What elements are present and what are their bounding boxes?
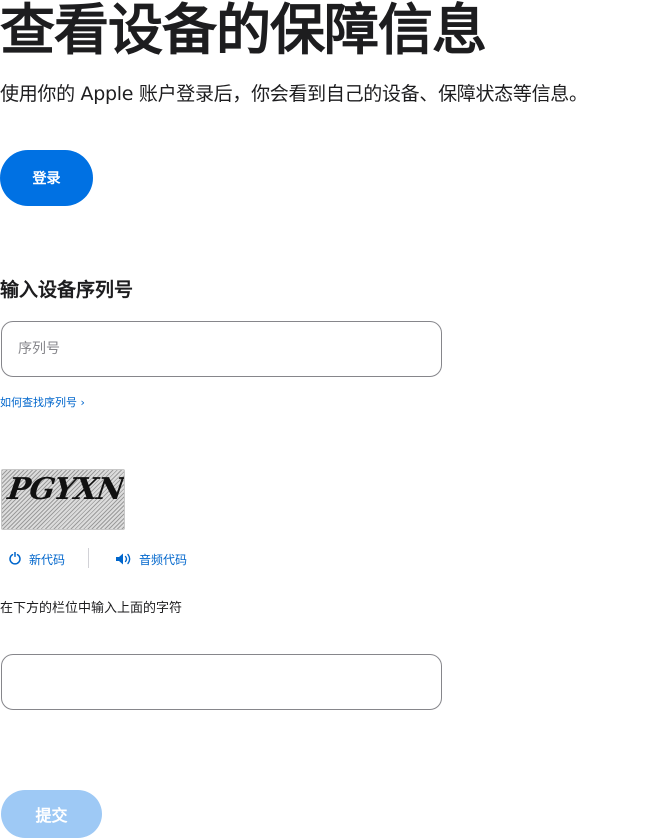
refresh-icon xyxy=(9,552,21,565)
page-subtitle: 使用你的 Apple 账户登录后，你会看到自己的设备、保障状态等信息。 xyxy=(0,83,588,105)
controls-divider xyxy=(88,548,89,568)
new-code-button[interactable]: 新代码 xyxy=(8,550,65,568)
captcha-input[interactable] xyxy=(1,654,442,710)
new-code-label: 新代码 xyxy=(29,552,66,567)
captcha-instructions: 在下方的栏位中输入上面的字符 xyxy=(0,601,183,616)
speaker-icon xyxy=(116,553,131,565)
audio-code-button[interactable]: 音频代码 xyxy=(115,550,187,568)
submit-button[interactable]: 提交 xyxy=(1,790,102,838)
captcha-image: PGYXN xyxy=(1,469,125,530)
serial-number-heading: 输入设备序列号 xyxy=(0,279,134,301)
serial-number-input[interactable] xyxy=(1,321,442,377)
page-title: 查看设备的保障信息 xyxy=(0,0,487,62)
audio-code-label: 音频代码 xyxy=(139,552,188,567)
captcha-image-text: PGYXN xyxy=(5,472,125,507)
find-serial-number-link[interactable]: 如何查找序列号 › xyxy=(0,395,85,411)
sign-in-button[interactable]: 登录 xyxy=(0,150,93,206)
